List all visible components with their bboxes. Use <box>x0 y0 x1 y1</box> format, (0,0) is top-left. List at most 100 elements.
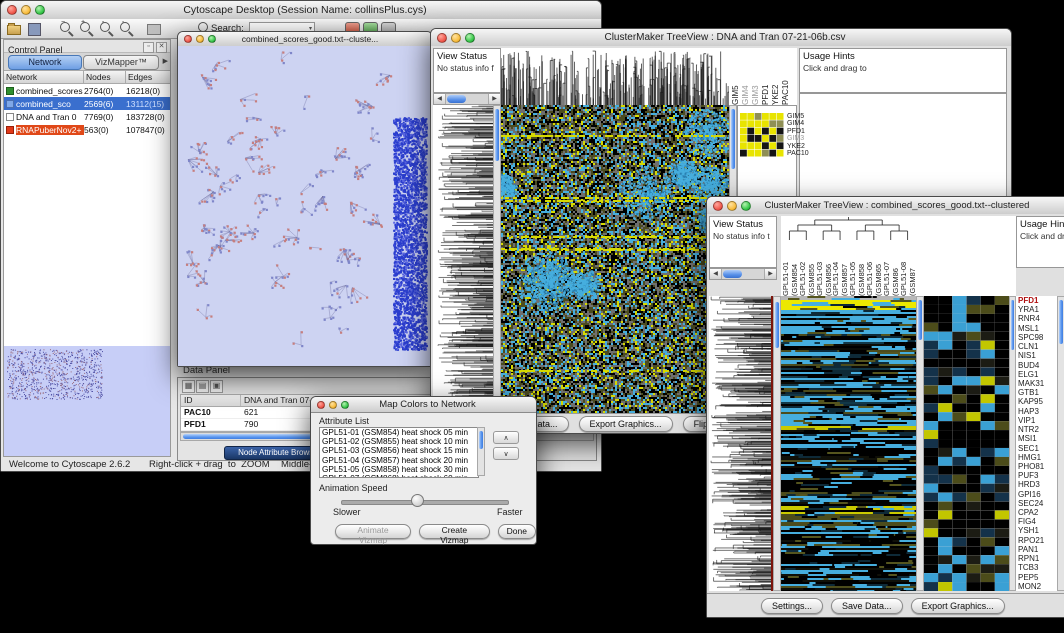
minimize-button[interactable] <box>451 33 461 43</box>
column-label[interactable]: GPL51-02 (GSM855 <box>798 240 815 296</box>
mini-gene-label[interactable]: GIM3 <box>787 135 809 142</box>
scrollbar-thumb[interactable] <box>918 300 922 340</box>
column-label[interactable]: GPL51-05 (GSM858 <box>848 240 865 296</box>
gene-label[interactable]: HMG1 <box>1016 453 1057 462</box>
close-button[interactable] <box>184 35 192 43</box>
scrollbar-thumb[interactable] <box>1059 300 1063 344</box>
attribute-list-item[interactable]: GPL51-05 (GSM858) heat shock 30 min <box>320 465 478 474</box>
scrollbar-thumb[interactable] <box>479 431 483 449</box>
gene-list-vscroll[interactable] <box>1057 296 1064 591</box>
gene-label[interactable]: CLN1 <box>1016 342 1057 351</box>
gene-label[interactable]: TCB3 <box>1016 563 1057 572</box>
gene-label[interactable]: YSH1 <box>1016 526 1057 535</box>
attribute-list-vscroll[interactable] <box>477 427 485 476</box>
gene-label[interactable]: GTB1 <box>1016 388 1057 397</box>
scrollbar-thumb[interactable] <box>1011 300 1014 350</box>
network-row[interactable]: DNA and Tran 0 7769(0) 183728(0) <box>4 110 170 123</box>
zoom-out-icon[interactable] <box>59 21 74 36</box>
minimize-button[interactable] <box>21 5 31 15</box>
column-label[interactable]: GPL51-03 (GSM856 <box>815 240 832 296</box>
col-network[interactable]: Network <box>4 71 84 83</box>
column-label[interactable]: PFD1 <box>761 48 771 105</box>
col-id[interactable]: ID <box>181 395 241 406</box>
gene-label[interactable]: RPO21 <box>1016 536 1057 545</box>
scroll-track[interactable] <box>722 269 764 279</box>
scroll-track[interactable] <box>446 94 488 104</box>
minimize-button[interactable] <box>727 201 737 211</box>
dialog-action-button[interactable]: Done <box>498 524 536 539</box>
gene-label[interactable]: VIP1 <box>1016 416 1057 425</box>
dna-rowtree-canvas[interactable] <box>433 105 493 413</box>
dna-heatmap-canvas[interactable] <box>501 105 729 413</box>
scroll-left-arrow[interactable] <box>710 269 722 279</box>
gene-label[interactable]: FIG4 <box>1016 517 1057 526</box>
gene-label[interactable]: SPC98 <box>1016 333 1057 342</box>
scrollbar-thumb[interactable] <box>775 302 779 348</box>
speed-slider-track[interactable] <box>341 500 509 505</box>
network-canvas[interactable] <box>181 47 429 364</box>
dialog-action-button[interactable]: Create Vizmap <box>419 524 490 539</box>
tab-network[interactable]: Network <box>8 55 82 70</box>
mini-gene-label[interactable]: PAC10 <box>787 150 809 157</box>
scrollbar-thumb[interactable] <box>731 109 735 169</box>
save-icon[interactable] <box>28 21 43 36</box>
gene-label[interactable]: HRD3 <box>1016 480 1057 489</box>
dialog-titlebar[interactable]: Map Colors to Network <box>311 397 536 413</box>
attribute-list-item[interactable]: GPL51-02 (GSM855) heat shock 10 min <box>320 437 478 446</box>
gene-label[interactable]: MAK31 <box>1016 379 1057 388</box>
status-hscroll[interactable] <box>709 268 777 280</box>
scroll-right-arrow[interactable] <box>488 94 500 104</box>
attribute-table-icon[interactable] <box>182 380 195 393</box>
float-panel-icon[interactable] <box>143 42 154 53</box>
select-attributes-icon[interactable] <box>196 380 209 393</box>
gene-label[interactable]: MON2 <box>1016 582 1057 591</box>
zoom-heatmap-vscroll[interactable] <box>1009 296 1016 591</box>
column-label[interactable]: YKE2 <box>771 48 781 105</box>
comb-heatmap-vscroll[interactable] <box>916 296 924 591</box>
treeview-action-button[interactable]: Export Graphics... <box>579 416 673 432</box>
mini-gene-label[interactable]: PFD1 <box>787 128 809 135</box>
zoom-in-icon[interactable] <box>79 21 94 36</box>
status-hscroll[interactable] <box>433 93 501 105</box>
attribute-list-item[interactable]: GPL51-04 (GSM857) heat shock 20 min <box>320 456 478 465</box>
col-edges[interactable]: Edges <box>126 71 170 83</box>
gene-label[interactable]: PUF3 <box>1016 471 1057 480</box>
gene-label[interactable]: YRA1 <box>1016 305 1057 314</box>
col-nodes[interactable]: Nodes <box>84 71 126 83</box>
gene-label[interactable]: GPI16 <box>1016 490 1057 499</box>
comb-rowtree-vscroll[interactable] <box>773 296 781 591</box>
comb-heatmap-canvas[interactable] <box>781 296 916 591</box>
comb-rowtree-canvas[interactable] <box>709 296 773 591</box>
gene-label[interactable]: SEC24 <box>1016 499 1057 508</box>
column-label[interactable]: PAC10 <box>781 48 791 105</box>
move-down-button[interactable]: ∨ <box>493 447 519 460</box>
snapshot-icon[interactable] <box>147 21 162 36</box>
comb-coltree-canvas[interactable] <box>781 216 916 240</box>
treeview-action-button[interactable]: Save Data... <box>831 598 903 614</box>
network-view-titlebar[interactable]: combined_scores_good.txt--cluste... <box>178 32 432 47</box>
minimize-button[interactable] <box>329 401 337 409</box>
column-label[interactable]: GPL51-07 (GSM86 <box>882 240 899 296</box>
close-button[interactable] <box>7 5 17 15</box>
zoom-fit-icon[interactable] <box>99 21 114 36</box>
treeview-combined-titlebar[interactable]: ClusterMaker TreeView : combined_scores_… <box>707 197 1064 215</box>
open-folder-icon[interactable] <box>7 21 22 36</box>
scrollbar-thumb[interactable] <box>723 270 742 278</box>
zoom-heatmap-canvas[interactable] <box>924 296 1009 591</box>
gene-label[interactable]: BUD4 <box>1016 361 1057 370</box>
column-label[interactable]: GPL51-08 (GSM87 <box>899 240 916 296</box>
attribute-list-item[interactable]: GPL51-01 (GSM854) heat shock 05 min <box>320 428 478 437</box>
scrollbar-thumb[interactable] <box>447 95 466 103</box>
zoom-button[interactable] <box>208 35 216 43</box>
network-row[interactable]: combined_scores 2764(0) 16218(0) <box>4 84 170 97</box>
network-row[interactable]: RNAPuberNov2+ 563(0) 107847(0) <box>4 123 170 136</box>
zoom-button[interactable] <box>741 201 751 211</box>
attribute-list-item[interactable]: GPL51-07 (GSM868) heat shock 60 min <box>320 474 478 478</box>
gene-label[interactable]: NIS1 <box>1016 351 1057 360</box>
scroll-right-arrow[interactable] <box>764 269 776 279</box>
tab-vizmapper[interactable]: VizMapper™ <box>83 55 159 70</box>
gene-label[interactable]: PHO81 <box>1016 462 1057 471</box>
gene-label[interactable]: RNR4 <box>1016 314 1057 323</box>
move-up-button[interactable]: ∧ <box>493 431 519 444</box>
dna-coltree-canvas[interactable] <box>501 48 729 105</box>
